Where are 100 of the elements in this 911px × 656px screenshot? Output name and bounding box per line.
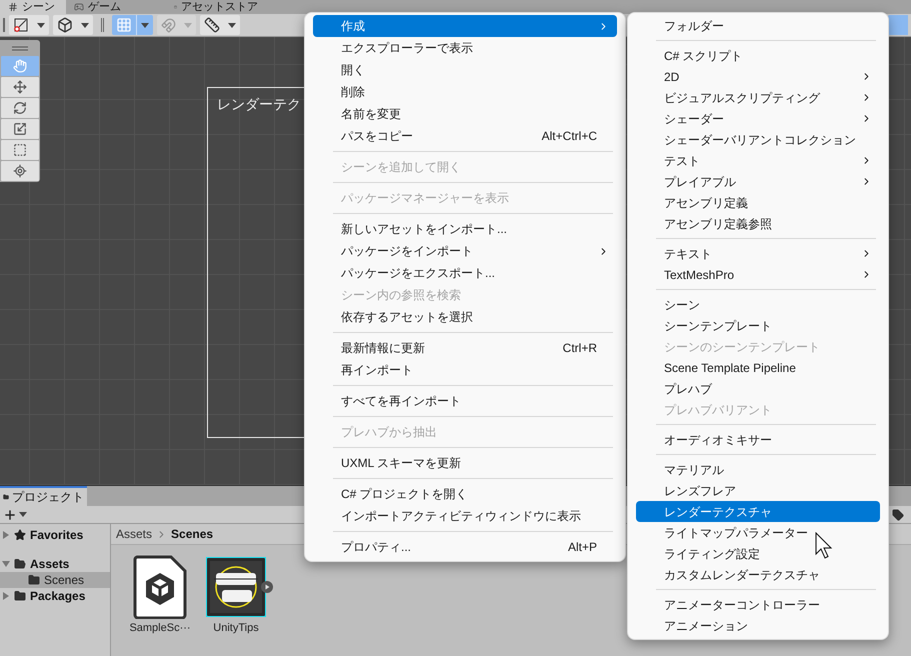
menu-item[interactable]: アセンブリ定義参照 — [636, 213, 880, 234]
menu-item[interactable]: ビジュアルスクリプティング — [636, 87, 880, 108]
breadcrumb-item[interactable]: Scenes — [171, 525, 214, 543]
scale-icon — [13, 122, 27, 136]
tool-button[interactable] — [1, 140, 39, 160]
tool-button[interactable] — [1, 119, 39, 139]
expanded-arrow-icon[interactable] — [2, 560, 10, 568]
tag-icon[interactable] — [892, 508, 904, 520]
scene-tab[interactable]: シーン — [0, 0, 66, 14]
caret-icon — [184, 22, 192, 28]
menu-item[interactable]: パッケージをインポート — [313, 240, 617, 262]
tool-button[interactable] — [1, 77, 39, 97]
menu-item[interactable]: ライティング設定 — [636, 543, 880, 564]
scene-tab[interactable]: ゲーム — [66, 0, 166, 14]
menu-item[interactable]: レンダーテクスチャ — [636, 501, 880, 522]
caret-icon — [141, 22, 149, 28]
grid-icon — [116, 17, 132, 33]
menu-item[interactable]: 作成 — [313, 15, 617, 37]
object-label: レンダーテク — [217, 96, 301, 112]
menu-item[interactable]: オーディオミキサー — [636, 429, 880, 450]
toolbar-button[interactable] — [112, 15, 153, 35]
menu-item[interactable]: アニメーターコントローラー — [636, 594, 880, 615]
tree-label: Packages — [30, 588, 86, 605]
menu-item[interactable]: アセンブリ定義 — [636, 192, 880, 213]
ruler-icon — [204, 17, 220, 33]
mouse-cursor-icon — [815, 532, 833, 560]
project-tab[interactable]: プロジェクト — [0, 486, 87, 506]
menu-item[interactable]: パスをコピー Alt+Ctrl+C — [313, 125, 617, 147]
hand-icon — [13, 59, 27, 73]
tree-item[interactable]: Favorites — [0, 527, 110, 543]
shortcut-label: Ctrl+R — [562, 340, 597, 357]
crosshair-icon — [13, 164, 27, 178]
collapsed-arrow-icon[interactable] — [2, 531, 10, 539]
drag-handle-icon[interactable] — [12, 46, 28, 50]
caret-icon — [37, 22, 45, 28]
rect-tool-icon — [13, 143, 27, 157]
scene-tab[interactable]: アセットストア — [166, 0, 266, 14]
move-arrows-icon — [13, 80, 27, 94]
tree-label: Favorites — [30, 527, 84, 544]
menu-item[interactable]: 名前を変更 — [313, 103, 617, 125]
menu-item[interactable]: マテリアル — [636, 459, 880, 480]
shortcut-label: Alt+P — [568, 539, 597, 556]
menu-item[interactable]: 再インポート — [313, 359, 617, 381]
toolbar-button[interactable] — [200, 15, 240, 35]
plus-icon — [3, 508, 17, 522]
menu-item[interactable]: 新しいアセットをインポート... — [313, 218, 617, 240]
folder-icon — [28, 574, 40, 586]
menu-item[interactable]: すべてを再インポート — [313, 390, 617, 412]
menu-item[interactable]: フォルダー — [636, 15, 880, 36]
collapsed-arrow-icon[interactable] — [2, 592, 10, 600]
menu-item[interactable]: カスタムレンダーテクスチャ — [636, 564, 880, 585]
menu-item[interactable]: プレイアブル — [636, 171, 880, 192]
tree-label: Scenes — [44, 572, 84, 589]
tree-item[interactable]: Scenes — [0, 572, 110, 588]
menu-item[interactable]: 依存するアセットを選択 — [313, 306, 617, 328]
toolbar-button[interactable] — [53, 15, 93, 35]
menu-item[interactable]: エクスプローラーで表示 — [313, 37, 617, 59]
menu-item[interactable]: UXML スキーマを更新 — [313, 452, 617, 474]
star-icon — [14, 529, 26, 541]
menu-item[interactable]: シーン — [636, 294, 880, 315]
tool-button[interactable] — [1, 98, 39, 118]
menu-item[interactable]: レンズフレア — [636, 480, 880, 501]
cube-icon — [57, 17, 73, 33]
tree-item[interactable]: Packages — [0, 588, 110, 604]
toolbar-button[interactable] — [9, 15, 49, 35]
tree-item[interactable]: Assets — [0, 556, 110, 572]
menu-item[interactable]: C# スクリプト — [636, 45, 880, 66]
menu-item[interactable]: 削除 — [313, 81, 617, 103]
caret-icon — [19, 512, 27, 517]
menu-item[interactable]: シーンテンプレート — [636, 315, 880, 336]
magnet-icon — [161, 18, 176, 32]
menu-item[interactable]: 最新情報に更新 Ctrl+R — [313, 337, 617, 359]
menu-item[interactable]: プレハブ — [636, 378, 880, 399]
gamepad-icon — [74, 2, 84, 12]
rotate-icon — [13, 101, 27, 115]
play-icon[interactable] — [261, 581, 273, 593]
menu-item[interactable]: パッケージをエクスポート... — [313, 262, 617, 284]
menu-item[interactable]: テスト — [636, 150, 880, 171]
menu-item[interactable]: TextMeshPro — [636, 264, 880, 285]
menu-item[interactable]: インポートアクティビティウィンドウに表示 — [313, 505, 617, 527]
menu-item[interactable]: テキスト — [636, 243, 880, 264]
add-button[interactable] — [3, 508, 27, 522]
tool-button[interactable] — [1, 161, 39, 181]
folder-icon — [14, 590, 26, 602]
tree-label: Assets — [30, 556, 70, 573]
menu-item[interactable]: ライトマップパラメーター — [636, 522, 880, 543]
asset-name[interactable]: UnityTips — [213, 620, 259, 636]
menu-item[interactable]: プロパティ... Alt+P — [313, 536, 617, 558]
draw-mode-icon — [13, 17, 29, 33]
menu-item[interactable]: シェーダーバリアントコレクション — [636, 129, 880, 150]
menu-item[interactable]: シェーダー — [636, 108, 880, 129]
menu-item[interactable]: C# プロジェクトを開く — [313, 483, 617, 505]
menu-item[interactable]: アニメーション — [636, 615, 880, 636]
breadcrumb-item[interactable]: Assets — [116, 525, 152, 543]
caret-icon — [81, 22, 89, 28]
asset-name[interactable]: SampleSc··· — [129, 620, 191, 636]
menu-item[interactable]: 2D — [636, 66, 880, 87]
hash-icon — [8, 2, 18, 12]
menu-item[interactable]: Scene Template Pipeline — [636, 357, 880, 378]
menu-item[interactable]: 開く — [313, 59, 617, 81]
